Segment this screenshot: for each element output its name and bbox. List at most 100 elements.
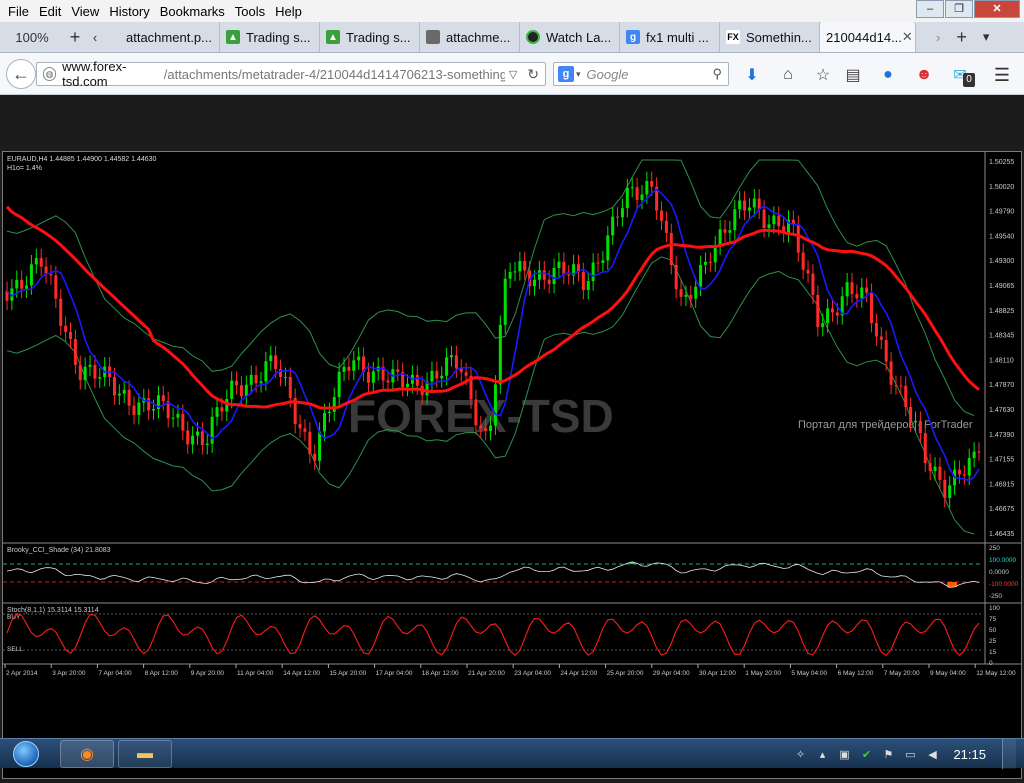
candle-body [865,287,869,293]
menu-edit[interactable]: Edit [34,4,66,19]
menu-tools[interactable]: Tools [230,4,270,19]
downloads-icon[interactable]: ⬇ [742,65,762,85]
tray-check-icon[interactable]: ✔ [859,747,873,761]
date-tick-label: 12 May 12:00 [976,670,1016,677]
stoch-tick-label: 25 [989,638,997,645]
candle-body [699,264,703,287]
url-bar[interactable]: ◍ www.forex-tsd.com /attachments/metatra… [36,59,546,89]
candle-body [322,413,326,432]
reading-list-icon[interactable]: ▤ [843,65,863,85]
tab-active[interactable]: 210044d14... ✕ [820,22,916,52]
candle-body [122,389,126,394]
candle-body [567,274,571,276]
zoom-level[interactable]: 100% [0,22,64,52]
cci-tick-label: -100.0000 [989,581,1019,588]
candle-body [796,224,800,253]
candle-body [884,339,888,362]
candle-body [835,312,839,316]
candle-body [430,370,434,382]
home-icon[interactable]: ⌂ [778,65,798,85]
candle-body [962,474,966,476]
explorer-taskbar-icon[interactable]: ▬ [118,740,172,768]
tab-scroll-left-icon[interactable]: ‹ [86,22,104,52]
tab-1[interactable]: attachment.p... [120,22,220,52]
new-tab-button[interactable]: + [948,22,975,52]
menu-history[interactable]: History [104,4,154,19]
candle-body [493,384,497,426]
add-toolbar-button[interactable]: + [64,22,86,52]
candle-body [850,282,854,294]
pocket-icon[interactable]: ● [878,65,898,85]
tab-list-icon[interactable]: ▾ [975,22,998,52]
tray-app-icon[interactable]: ▣ [837,747,851,761]
candle-body [513,271,517,273]
tray-satellite-icon[interactable]: ✧ [793,747,807,761]
tab-3[interactable]: ▲ Trading s... [320,22,420,52]
date-tick-label: 2 Apr 2014 [6,670,38,677]
green-chart-icon: ▲ [226,30,240,44]
candle-body [332,397,336,412]
google-search-engine-icon[interactable]: g [558,66,574,82]
show-desktop-button[interactable] [1002,739,1016,769]
candle-body [679,289,683,297]
close-window-button[interactable]: ✕ [974,0,1020,18]
reload-icon[interactable]: ↻ [521,66,545,83]
network-icon[interactable]: ▭ [903,747,917,761]
candle-body [191,435,195,445]
candle-body [684,294,688,297]
search-box[interactable]: g ▾ Google ⚲ [553,62,729,86]
bollinger-upper-line [6,159,975,417]
tab-7[interactable]: FX Somethin... [720,22,820,52]
flag-icon[interactable]: ⚑ [881,747,895,761]
maximize-button[interactable]: ❐ [945,0,973,18]
start-button[interactable] [4,740,48,768]
menu-view[interactable]: View [66,4,104,19]
addon-face-icon[interactable]: ☻ [914,65,934,85]
candle-body [772,215,776,225]
taskbar-clock[interactable]: 21:15 [953,747,986,762]
bookmark-star-icon[interactable]: ☆ [813,65,833,85]
price-tick-label: 1.48110 [989,357,1014,364]
url-history-dropdown-icon[interactable]: ▽ [505,68,521,81]
candle-body [855,293,859,299]
price-tick-label: 1.46915 [989,481,1014,488]
candle-body [611,216,615,236]
candle-body [938,466,942,480]
slogan-text: Портал для трейдеров - ForTrader [798,419,973,431]
candle-body [904,385,908,407]
candle-body [664,220,668,233]
minimize-button[interactable]: – [916,0,944,18]
hamburger-menu-icon[interactable]: ☰ [992,65,1012,85]
chevron-down-icon: ▾ [576,68,581,79]
tab-5[interactable]: Watch La... [520,22,620,52]
search-icon[interactable]: ⚲ [712,66,722,82]
volume-icon[interactable]: ◀ [925,747,939,761]
tray-expand-icon[interactable]: ▴ [815,747,829,761]
candle-body [957,469,961,475]
tab-scroll-right-icon[interactable]: › [928,22,948,52]
tab-2[interactable]: ▲ Trading s... [220,22,320,52]
candle-body [718,229,722,246]
close-tab-icon[interactable]: ✕ [902,29,913,45]
candle-body [181,413,185,431]
windows-logo-icon [13,741,39,767]
candle-body [244,384,248,397]
price-tick-label: 1.49540 [989,233,1014,240]
tab-4[interactable]: attachme... [420,22,520,52]
firefox-taskbar-icon[interactable]: ◉ [60,740,114,768]
candle-body [816,294,820,328]
back-button[interactable]: ← [6,59,36,89]
date-tick-label: 25 Apr 20:00 [607,670,644,677]
menu-file[interactable]: File [3,4,34,19]
candle-body [874,322,878,337]
metatrader-chart-image: FOREX-TSD Портал для трейдеров - ForTrade… [2,151,1022,779]
menu-bookmarks[interactable]: Bookmarks [155,4,230,19]
candle-body [274,355,278,369]
menu-help[interactable]: Help [270,4,307,19]
candle-body [342,366,346,372]
candle-body [474,399,478,426]
price-tick-label: 1.50255 [989,159,1014,166]
tab-6[interactable]: g fx1 multi ... [620,22,720,52]
candle-body [127,389,131,406]
candle-body [366,372,370,383]
